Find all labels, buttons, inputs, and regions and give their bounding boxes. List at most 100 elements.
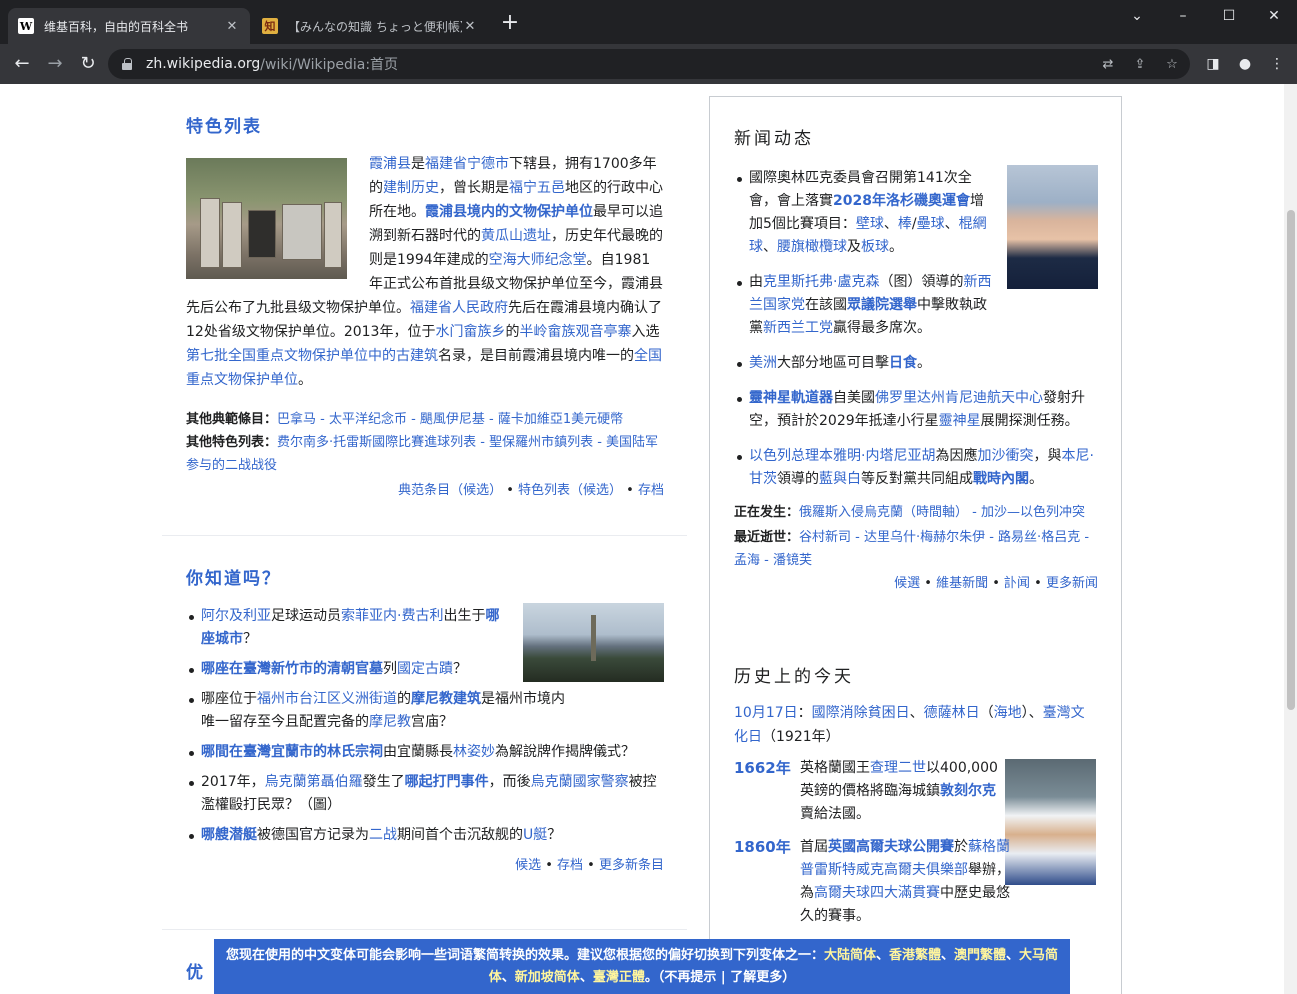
other-featured-links[interactable]: 巴拿马 - 太平洋纪念币 - 颶風伊尼基 - 薩卡加維亞1美元硬幣 — [277, 412, 623, 427]
variant-link-4[interactable]: 新加坡简体 — [515, 970, 580, 985]
inline-link[interactable]: 摩尼教建筑 — [411, 691, 481, 707]
profile-avatar-icon[interactable]: ● — [1235, 54, 1255, 74]
inline-link[interactable]: 哪艘潜艇 — [201, 827, 257, 843]
inline-link[interactable]: 10月17日 — [734, 705, 798, 721]
back-arrow-icon[interactable]: ← — [10, 52, 34, 76]
reload-icon[interactable]: ↻ — [76, 52, 100, 76]
news-footer-link-1[interactable]: 維基新聞 — [936, 576, 988, 591]
inline-text: （1921年） — [762, 729, 840, 745]
inline-link[interactable]: 德薩林日 — [924, 705, 980, 721]
featured-footer-link-2[interactable]: 存档 — [638, 483, 664, 498]
inline-link[interactable]: 福宁五邑 — [509, 180, 565, 196]
inline-link[interactable]: 查理二世 — [870, 760, 926, 776]
inline-link[interactable]: 新西兰工党 — [763, 320, 833, 336]
forward-arrow-icon[interactable]: → — [43, 52, 67, 76]
inline-link[interactable]: 靈神星軌道器 — [749, 390, 833, 406]
inline-link[interactable]: 高爾夫球四大滿貫賽 — [814, 885, 940, 901]
news-footer-link-0[interactable]: 候選 — [894, 576, 920, 591]
inline-link[interactable]: U艇 — [523, 827, 547, 843]
inline-link[interactable]: 以色列总理本雅明·内塔尼亚胡 — [749, 448, 935, 464]
inline-link[interactable]: 二战 — [369, 827, 397, 843]
new-tab-button[interactable]: + — [498, 12, 522, 36]
inline-link[interactable]: 英國高爾夫球公開賽 — [828, 839, 954, 855]
share-icon[interactable]: ⇪ — [1132, 57, 1148, 73]
inline-link[interactable]: 索菲亚内·费古利 — [341, 608, 443, 624]
inline-link[interactable]: 棒 — [898, 216, 912, 232]
dyk-footer-link-1[interactable]: 存档 — [557, 858, 583, 873]
variant-link-5[interactable]: 臺灣正體 — [593, 970, 645, 985]
inline-link[interactable]: 哪間在臺灣宜蘭市的林氏宗祠 — [201, 744, 383, 760]
inline-link[interactable]: 林姿妙 — [453, 744, 495, 760]
translate-icon[interactable]: ⇄ — [1100, 57, 1116, 73]
inline-link[interactable]: 哪座在臺灣新竹市的清朝官墓 — [201, 661, 383, 677]
inline-link[interactable]: 哪起打門事件 — [405, 774, 489, 790]
minimize-button[interactable]: – — [1160, 4, 1206, 28]
inline-link[interactable]: 壁球 — [856, 216, 884, 232]
inline-link[interactable]: 藍與白 — [819, 471, 861, 487]
featured-footer-link-1[interactable]: 特色列表（候选） — [518, 483, 622, 498]
inline-link[interactable]: 日食 — [889, 355, 917, 371]
inline-link[interactable]: 霞浦县境内的文物保护单位 — [425, 204, 593, 220]
monument-landscape-photo[interactable] — [523, 603, 664, 682]
inline-link[interactable]: 靈神星 — [939, 413, 981, 429]
inline-link[interactable]: 2028年洛杉磯奧運會 — [833, 193, 970, 209]
inline-link[interactable]: 國定古蹟 — [397, 661, 453, 677]
featured-footer-link-0[interactable]: 典范条目（候选） — [398, 483, 502, 498]
inline-link[interactable]: 烏克蘭國家警察 — [531, 774, 629, 790]
menu-kebab-icon[interactable]: ⋮ — [1267, 54, 1287, 74]
inline-link[interactable]: 海地 — [994, 705, 1022, 721]
inline-link[interactable]: 福州市台江区义洲街道 — [257, 691, 397, 707]
variant-link-2[interactable]: 澳門繁體 — [954, 948, 1006, 963]
inline-link[interactable]: 佛罗里达州肯尼迪航天中心 — [875, 390, 1043, 406]
tab-wikipedia[interactable]: W 维基百科，自由的百科全书 ✕ — [8, 8, 250, 44]
variant-link-1[interactable]: 香港繁體 — [889, 948, 941, 963]
inline-link[interactable]: 戰時內閣 — [973, 471, 1029, 487]
inline-link[interactable]: 國際消除貧困日 — [812, 705, 910, 721]
inline-link[interactable]: 霞浦县 — [369, 156, 411, 172]
inline-link[interactable]: 眾議院選舉 — [847, 297, 917, 313]
news-footer-link-3[interactable]: 更多新闻 — [1046, 576, 1098, 591]
bookmark-star-icon[interactable]: ☆ — [1164, 57, 1180, 73]
page-scrollbar[interactable] — [1284, 84, 1297, 994]
variant-link-0[interactable]: 大陆简体 — [824, 948, 876, 963]
dismiss-link[interactable]: 不再提示 — [664, 970, 716, 985]
close-window-button[interactable]: ✕ — [1251, 4, 1297, 28]
address-bar[interactable]: zh.wikipedia.org/wiki/Wikipedia:首页 ⇄ ⇪ ☆ — [108, 49, 1190, 79]
inline-link[interactable]: 摩尼教 — [369, 714, 411, 730]
inline-link[interactable]: 克里斯托弗·盧克森 — [763, 274, 879, 290]
dyk-footer-link-0[interactable]: 候选 — [515, 858, 541, 873]
learn-more-link[interactable]: 了解更多 — [730, 970, 782, 985]
news-footer-link-2[interactable]: 訃闻 — [1004, 576, 1030, 591]
inline-link[interactable]: 黄瓜山遗址 — [481, 228, 551, 244]
inline-link[interactable]: 空海大师纪念堂 — [489, 252, 587, 268]
dyk-footer-link-2[interactable]: 更多新条目 — [599, 858, 664, 873]
inline-link[interactable]: 腰旗橄欖球 — [777, 239, 847, 255]
tab-search-icon[interactable]: ⌄ — [1114, 4, 1160, 28]
inline-link[interactable]: 半岭畲族观音亭寨 — [519, 324, 631, 340]
close-tab-icon[interactable]: ✕ — [224, 19, 240, 34]
close-tab-icon[interactable]: ✕ — [462, 19, 478, 34]
inline-link[interactable]: 烏克蘭第聶伯羅 — [265, 774, 363, 790]
inline-link[interactable]: 福建省宁德市 — [425, 156, 509, 172]
inline-link[interactable]: 福建省人民政府 — [410, 300, 508, 316]
inline-text: 贏得最多席次。 — [833, 320, 931, 336]
inline-link[interactable]: 壘球 — [917, 216, 945, 232]
inline-link[interactable]: 第七批全国重点文物保护单位中的古建筑 — [186, 348, 438, 364]
inline-link[interactable]: 美洲 — [749, 355, 777, 371]
scrollbar-thumb[interactable] — [1287, 210, 1295, 710]
news-section: 新闻动态 國際奧林匹克委員會召開第141次全會，會上落實2028年洛杉磯奧運會增… — [734, 124, 1098, 591]
inline-link[interactable]: 阿尔及利亚 — [201, 608, 271, 624]
lock-icon[interactable] — [122, 58, 132, 70]
inline-text: 及 — [847, 239, 861, 255]
inline-link[interactable]: 水门畲族乡 — [435, 324, 505, 340]
inline-link[interactable]: 加沙衝突 — [977, 448, 1033, 464]
news-portrait-photo[interactable] — [1007, 165, 1098, 289]
tab-minna-no-chishiki[interactable]: 知 【みんなの知識 ちょっと便利帳】パソコ ✕ — [252, 8, 488, 44]
side-panel-icon[interactable]: ◨ — [1203, 54, 1223, 74]
list-item: 2017年，烏克蘭第聶伯羅發生了哪起打門事件，而後烏克蘭國家警察被控濫權毆打民眾… — [186, 771, 664, 817]
inline-link[interactable]: 敦刻尔克 — [940, 783, 996, 799]
inline-link[interactable]: 建制历史 — [383, 180, 439, 196]
maximize-button[interactable]: ☐ — [1206, 4, 1252, 28]
ongoing-links[interactable]: 俄羅斯入侵烏克蘭（時間軸） - 加沙—以色列冲突 — [799, 505, 1085, 520]
inline-link[interactable]: 板球 — [861, 239, 889, 255]
